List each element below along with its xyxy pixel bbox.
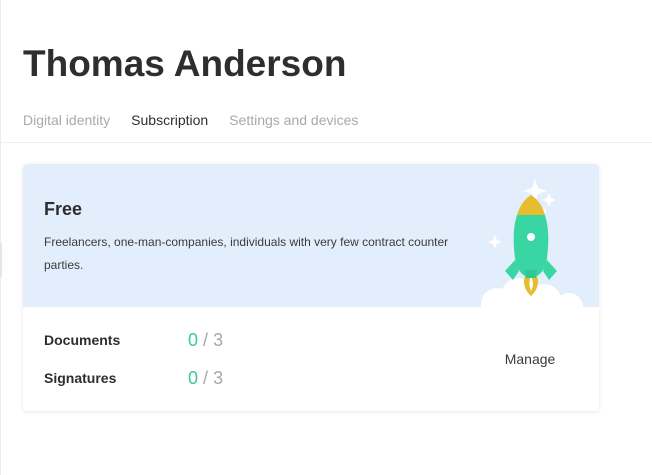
rocket-body-icon (505, 195, 557, 280)
plan-description: Freelancers, one-man-companies, individu… (44, 235, 449, 272)
documents-limit-count: 3 (213, 330, 224, 350)
sparkle-icon (542, 193, 556, 207)
signatures-used-count: 0 (188, 368, 199, 388)
plan-name: Free (44, 199, 83, 219)
signatures-usage-row: Signatures 0 / 3 (44, 367, 294, 389)
signatures-count-separator: / (203, 368, 209, 388)
subscription-page: Thomas Anderson Digital identity Subscri… (0, 0, 652, 475)
rocket-launch-icon (481, 179, 583, 308)
documents-label: Documents (44, 332, 121, 348)
signatures-limit-count: 3 (213, 368, 224, 388)
signatures-count: 0 / 3 (188, 367, 223, 389)
tab-subscription[interactable]: Subscription (131, 111, 208, 129)
manage-button[interactable]: Manage (491, 348, 569, 370)
plan-banner: Free Freelancers, one-man-companies, ind… (23, 164, 599, 308)
documents-used-count: 0 (188, 330, 199, 350)
documents-count: 0 / 3 (188, 329, 223, 351)
page-title: Thomas Anderson (23, 43, 347, 84)
sparkle-icon (488, 235, 502, 249)
subscription-card: Free Freelancers, one-man-companies, ind… (23, 164, 599, 411)
documents-count-separator: / (203, 330, 209, 350)
profile-tabs: Digital identity Subscription Settings a… (23, 111, 358, 129)
left-panel-handle (0, 243, 2, 277)
tab-digital-identity[interactable]: Digital identity (23, 111, 110, 129)
signatures-label: Signatures (44, 370, 117, 386)
tab-settings-and-devices[interactable]: Settings and devices (229, 111, 358, 129)
documents-usage-row: Documents 0 / 3 (44, 329, 294, 351)
profile-header: Thomas Anderson Digital identity Subscri… (0, 0, 652, 143)
